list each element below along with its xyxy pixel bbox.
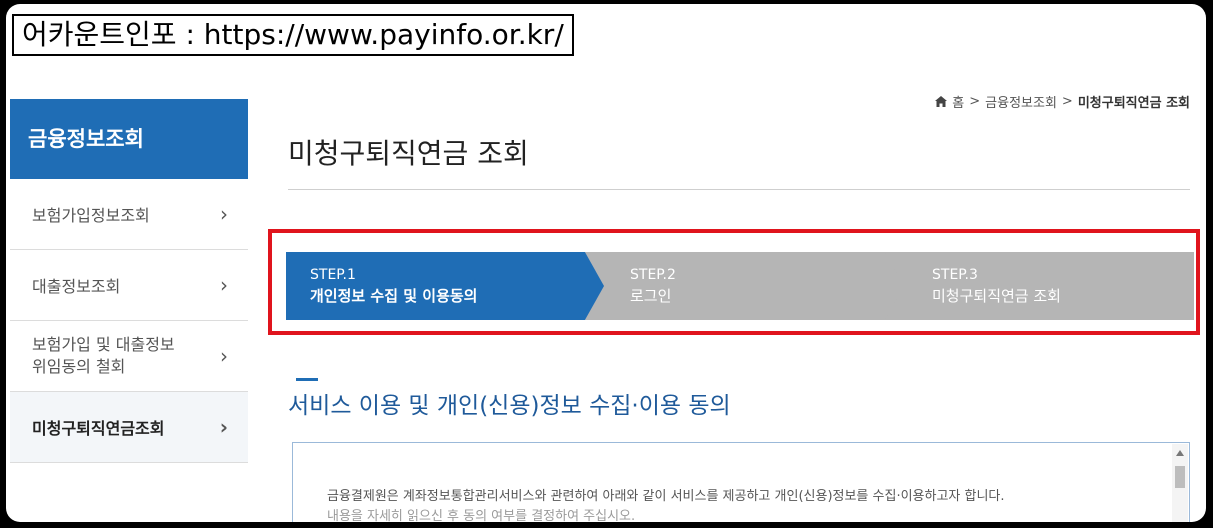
- step-label: 개인정보 수집 및 이용동의: [310, 287, 478, 305]
- breadcrumb-current: 미청구퇴직연금 조회: [1077, 96, 1190, 111]
- chevron-right-icon: ›: [220, 273, 228, 297]
- consent-line-2: 내용을 자세히 읽으신 후 동의 여부를 결정하여 주십시오.: [327, 509, 636, 522]
- page-title: 미청구퇴직연금 조회: [288, 137, 529, 170]
- breadcrumb-level1[interactable]: 금융정보조회: [985, 92, 1057, 111]
- step-3: STEP.3 미청구퇴직연금 조회: [884, 252, 1194, 320]
- sidebar-item-label-line2: 위임동의 철회: [32, 357, 126, 376]
- step-number: STEP.2: [630, 267, 676, 283]
- breadcrumb-home[interactable]: 홈: [952, 92, 964, 111]
- sidebar-item-label: 대출정보조회: [32, 277, 121, 296]
- breadcrumb: 홈 > 금융정보조회 > 미청구퇴직연금 조회: [935, 92, 1190, 111]
- section-accent-bar: [296, 378, 318, 381]
- step-label: 미청구퇴직연금 조회: [932, 287, 1061, 305]
- step-2: STEP.2 로그인: [584, 252, 904, 320]
- scroll-up-arrow-icon[interactable]: [1176, 450, 1184, 456]
- sidebar-item-label: 보험가입정보조회: [32, 206, 150, 225]
- step-label: 로그인: [630, 287, 672, 305]
- chevron-right-icon: ›: [219, 415, 228, 439]
- sidebar-item-loan[interactable]: 대출정보조회 ›: [10, 250, 248, 321]
- chevron-right-icon: ›: [220, 344, 228, 368]
- sidebar-item-unclaimed-pension[interactable]: 미청구퇴직연금조회 ›: [10, 392, 248, 463]
- scrollbar-thumb[interactable]: [1175, 466, 1185, 488]
- sidebar-item-consent-withdraw[interactable]: 보험가입 및 대출정보 위임동의 철회 ›: [10, 321, 248, 392]
- sidebar-item-label: 미청구퇴직연금조회: [32, 419, 165, 438]
- sidebar-item-insurance[interactable]: 보험가입정보조회 ›: [10, 179, 248, 250]
- sidebar-item-label: 보험가입 및 대출정보 위임동의 철회: [32, 334, 175, 378]
- home-icon[interactable]: [935, 96, 948, 107]
- sidebar-title: 금융정보조회: [10, 99, 248, 179]
- step-1: STEP.1 개인정보 수집 및 이용동의: [286, 252, 604, 320]
- consent-scrollbar[interactable]: [1172, 444, 1188, 522]
- step-number: STEP.3: [932, 267, 978, 283]
- sidebar-item-label-line1: 보험가입 및 대출정보: [32, 335, 175, 354]
- breadcrumb-separator: >: [1061, 94, 1073, 109]
- section-title: 서비스 이용 및 개인(신용)정보 수집·이용 동의: [288, 393, 731, 419]
- sidebar: 금융정보조회 보험가입정보조회 › 대출정보조회 › 보험가입 및 대출정보 위…: [10, 99, 248, 463]
- site-caption: 어카운트인포 : https://www.payinfo.or.kr/: [12, 14, 574, 56]
- consent-text-box[interactable]: 금융결제원은 계좌정보통합관리서비스와 관련하여 아래와 같이 서비스를 제공하…: [292, 442, 1190, 522]
- steps-highlight-box: STEP.1 개인정보 수집 및 이용동의 STEP.2 로그인 STEP.3 …: [268, 229, 1200, 335]
- title-divider: [288, 189, 1190, 190]
- consent-text: 금융결제원은 계좌정보통합관리서비스와 관련하여 아래와 같이 서비스를 제공하…: [327, 487, 1005, 522]
- chevron-right-icon: ›: [220, 202, 228, 226]
- breadcrumb-separator: >: [969, 94, 981, 109]
- browser-frame: 금융정보조회 보험가입정보조회 › 대출정보조회 › 보험가입 및 대출정보 위…: [6, 4, 1206, 522]
- consent-line-1: 금융결제원은 계좌정보통합관리서비스와 관련하여 아래와 같이 서비스를 제공하…: [327, 489, 1005, 504]
- step-number: STEP.1: [310, 267, 356, 283]
